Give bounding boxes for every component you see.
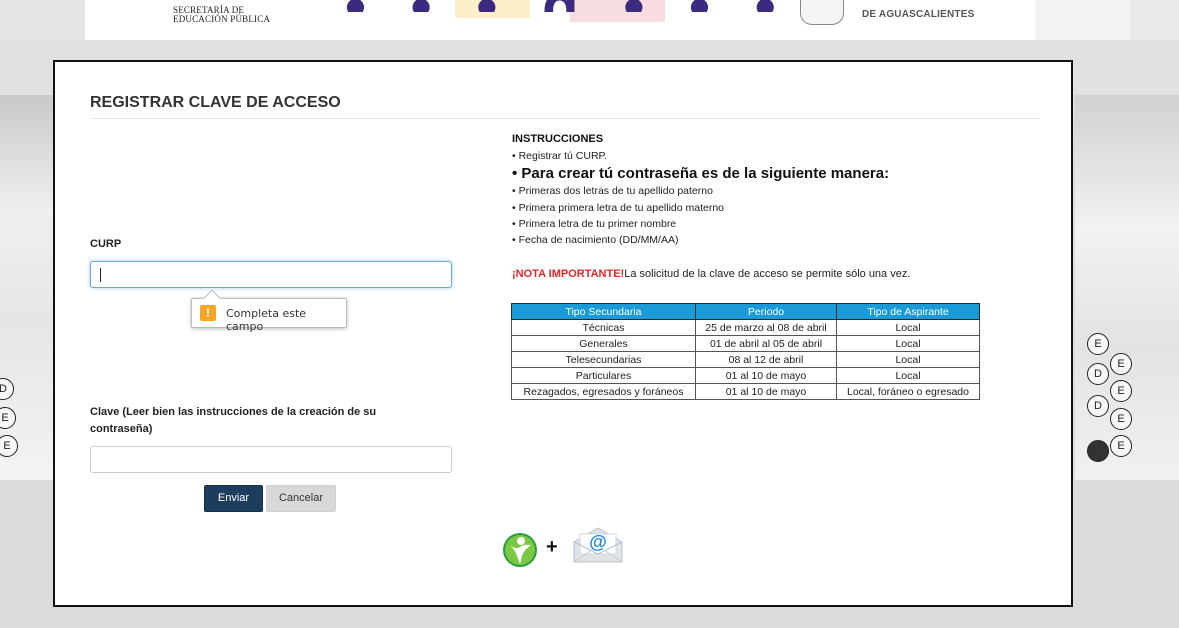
table-cell: Telesecundarias xyxy=(511,351,696,368)
email-icon: @ xyxy=(573,527,623,563)
table-row: Rezagados, egresados y foráneos 01 al 10… xyxy=(511,383,980,400)
table-cell: 01 al 10 de mayo xyxy=(695,383,837,400)
column-header: Tipo Secundaria xyxy=(511,303,696,320)
answer-bubble-icon: E xyxy=(1110,408,1132,430)
table-cell: 01 de abril al 05 de abril xyxy=(695,335,837,352)
answer-bubble-icon: D xyxy=(1087,363,1109,385)
cancel-button[interactable]: Cancelar xyxy=(266,485,336,512)
instructions-heading: INSTRUCCIONES xyxy=(512,133,604,145)
table-row: Generales 01 de abril al 05 de abril Loc… xyxy=(511,335,980,352)
warning-icon: ! xyxy=(200,305,216,321)
curp-label: CURP xyxy=(90,238,122,250)
table-cell: 01 al 10 de mayo xyxy=(695,367,837,384)
plus-sign: + xyxy=(546,536,558,558)
curp-input[interactable] xyxy=(90,261,452,288)
answer-bubble-icon: E xyxy=(1110,435,1132,457)
table-row: Técnicas 25 de marzo al 08 de abril Loca… xyxy=(511,319,980,336)
sep-line-2: EDUCACIÓN PÚBLICA xyxy=(173,14,271,24)
header-banner: • • • g • • • • SECRETARÍA DE EDUCACIÓN … xyxy=(0,0,1179,40)
validation-message: Completa este campo xyxy=(226,307,307,333)
answer-bubble-icon: E xyxy=(1087,333,1109,355)
password-rule: • Fecha de nacimiento (DD/MM/AA) xyxy=(512,234,679,246)
table-cell: 25 de marzo al 08 de abril xyxy=(695,319,837,336)
banner-logo-graphic: • • • g • • • • xyxy=(345,0,855,12)
table-cell: Local xyxy=(836,335,980,352)
column-header: Periodo xyxy=(695,303,837,320)
column-header: Tipo de Aspirante xyxy=(836,303,980,320)
table-cell: Local xyxy=(836,351,980,368)
answer-bubble-icon: E xyxy=(0,435,18,457)
title-divider xyxy=(90,118,1040,119)
password-rule: • Primera primera letra de tu apellido m… xyxy=(512,202,725,214)
clave-input[interactable] xyxy=(90,446,452,473)
important-note: ¡NOTA IMPORTANTE!La solicitud de la clav… xyxy=(512,268,910,280)
table-cell: 08 al 12 de abril xyxy=(695,351,837,368)
banner-strip-right xyxy=(1035,0,1130,40)
page-title: REGISTRAR CLAVE DE ACCESO xyxy=(90,94,341,111)
table-row: Telesecundarias 08 al 12 de abril Local xyxy=(511,351,980,368)
banner-edge xyxy=(1130,0,1179,40)
filled-bubble-icon: D xyxy=(1087,440,1109,462)
email-at-symbol: @ xyxy=(589,532,607,552)
registration-panel: REGISTRAR CLAVE DE ACCESO CURP ! Complet… xyxy=(53,60,1073,607)
table-header-row: Tipo Secundaria Periodo Tipo de Aspirant… xyxy=(511,303,980,320)
submit-button[interactable]: Enviar xyxy=(204,485,263,512)
instruction-curp: • Registrar tú CURP. xyxy=(512,150,608,162)
answer-bubble-icon: E xyxy=(1110,380,1132,402)
clave-label: Clave (Leer bien las instrucciones de la… xyxy=(90,406,377,435)
background-image-right: E E D E D E D E xyxy=(1075,95,1179,480)
password-rule: • Primera letra de tu primer nombre xyxy=(512,218,677,230)
important-note-label: ¡NOTA IMPORTANTE! xyxy=(512,268,625,280)
state-seal-icon xyxy=(800,0,844,25)
schedule-table: Tipo Secundaria Periodo Tipo de Aspirant… xyxy=(511,303,980,400)
table-cell: Local, foráneo o egresado xyxy=(836,383,980,400)
password-instructions-heading: • Para crear tú contraseña es de la sigu… xyxy=(512,165,890,182)
answer-bubble-icon: D xyxy=(0,378,14,400)
footer-icons: + @ xyxy=(500,527,630,568)
table-cell: Local xyxy=(836,319,980,336)
state-name: DE AGUASCALIENTES xyxy=(862,9,975,20)
sep-logo-text: SECRETARÍA DE EDUCACIÓN PÚBLICA xyxy=(173,6,270,24)
table-cell: Técnicas xyxy=(511,319,696,336)
table-cell: Particulares xyxy=(511,367,696,384)
app-logo-icon xyxy=(503,533,537,567)
answer-bubble-icon: E xyxy=(0,407,16,429)
important-note-text: La solicitud de la clave de acceso se pe… xyxy=(624,268,911,280)
table-cell: Generales xyxy=(511,335,696,352)
validation-tooltip: ! Completa este campo xyxy=(191,298,347,333)
table-cell: Local xyxy=(836,367,980,384)
text-cursor xyxy=(100,268,101,282)
answer-bubble-icon: D xyxy=(1087,395,1109,417)
background-image-left: D E E xyxy=(0,95,53,480)
table-row: Particulares 01 al 10 de mayo Local xyxy=(511,367,980,384)
password-rule: • Primeras dos letras de tu apellido pat… xyxy=(512,185,713,197)
answer-bubble-icon: E xyxy=(1110,353,1132,375)
table-cell: Rezagados, egresados y foráneos xyxy=(511,383,696,400)
